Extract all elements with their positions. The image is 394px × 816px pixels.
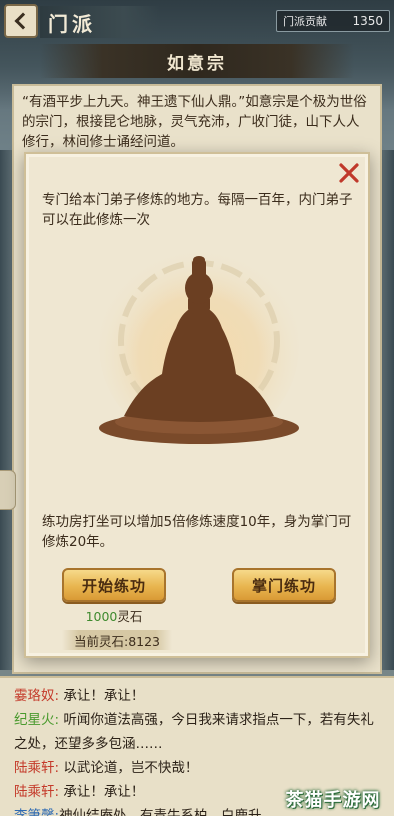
- close-icon: [339, 163, 359, 183]
- sect-contribution-counter: 门派贡献 1350: [276, 10, 390, 32]
- chat-speaker[interactable]: 李箫馨:: [14, 808, 59, 816]
- training-room-dialog: 专门给本门弟子修炼的地方。每隔一百年，内门弟子可以在此修炼一次 练功房打坐可以增…: [24, 152, 370, 658]
- training-cost: 1000灵石: [62, 606, 166, 625]
- current-spirit-stone: 当前灵石:8123: [62, 630, 172, 650]
- chat-speaker[interactable]: 纪星火:: [14, 712, 59, 728]
- chat-speaker[interactable]: 霎珞奴:: [14, 688, 59, 704]
- dialog-effect-text: 练功房打坐可以增加5倍修炼速度10年，身为掌门可修炼20年。: [42, 514, 352, 550]
- chat-line: 纪星火: 听闻你道法高强，今日我来请求指点一下，若有失礼之处，还望多多包涵……: [14, 708, 380, 756]
- meditating-statue-image: [84, 246, 314, 456]
- page-title: 门派: [40, 6, 160, 38]
- chat-text: 神仙结庵处，有青牛系柏，白鹿升: [59, 808, 262, 816]
- cost-unit: 灵石: [117, 609, 143, 624]
- back-button[interactable]: [4, 4, 38, 38]
- close-button[interactable]: [336, 160, 362, 186]
- contribution-value: 1350: [352, 14, 383, 28]
- chat-text: 以武论道，岂不快哉！: [59, 760, 199, 776]
- chat-speaker[interactable]: 陆乘轩:: [14, 760, 59, 776]
- chat-line: 霎珞奴: 承让！承让！: [14, 684, 380, 708]
- start-training-button[interactable]: 开始练功: [62, 568, 166, 602]
- chat-text: 听闻你道法高强，今日我来请求指点一下，若有失礼之处，还望多多包涵……: [14, 712, 374, 752]
- sect-name-banner: 如意宗: [40, 44, 354, 78]
- sect-description: “有酒平步上九天。神王遗下仙人鼎。”如意宗是个极为世俗的宗门，根接昆仑地脉，灵气…: [22, 94, 367, 150]
- chat-text: 承让！承让！: [59, 784, 145, 800]
- chevron-left-icon: [14, 12, 32, 30]
- chat-speaker[interactable]: 陆乘轩:: [14, 784, 59, 800]
- top-bar: 门派 门派贡献 1350: [0, 0, 394, 44]
- side-drawer-handle[interactable]: [0, 470, 16, 510]
- site-watermark: 茶猫手游网: [285, 790, 381, 811]
- master-training-button[interactable]: 掌门练功: [232, 568, 336, 602]
- cost-amount: 1000: [85, 609, 118, 624]
- dialog-intro-text: 专门给本门弟子修炼的地方。每隔一百年，内门弟子可以在此修炼一次: [42, 192, 353, 228]
- chat-text: 承让！承让！: [59, 688, 145, 704]
- contribution-label: 门派贡献: [283, 15, 327, 28]
- chat-line: 陆乘轩: 以武论道，岂不快哉！: [14, 756, 380, 780]
